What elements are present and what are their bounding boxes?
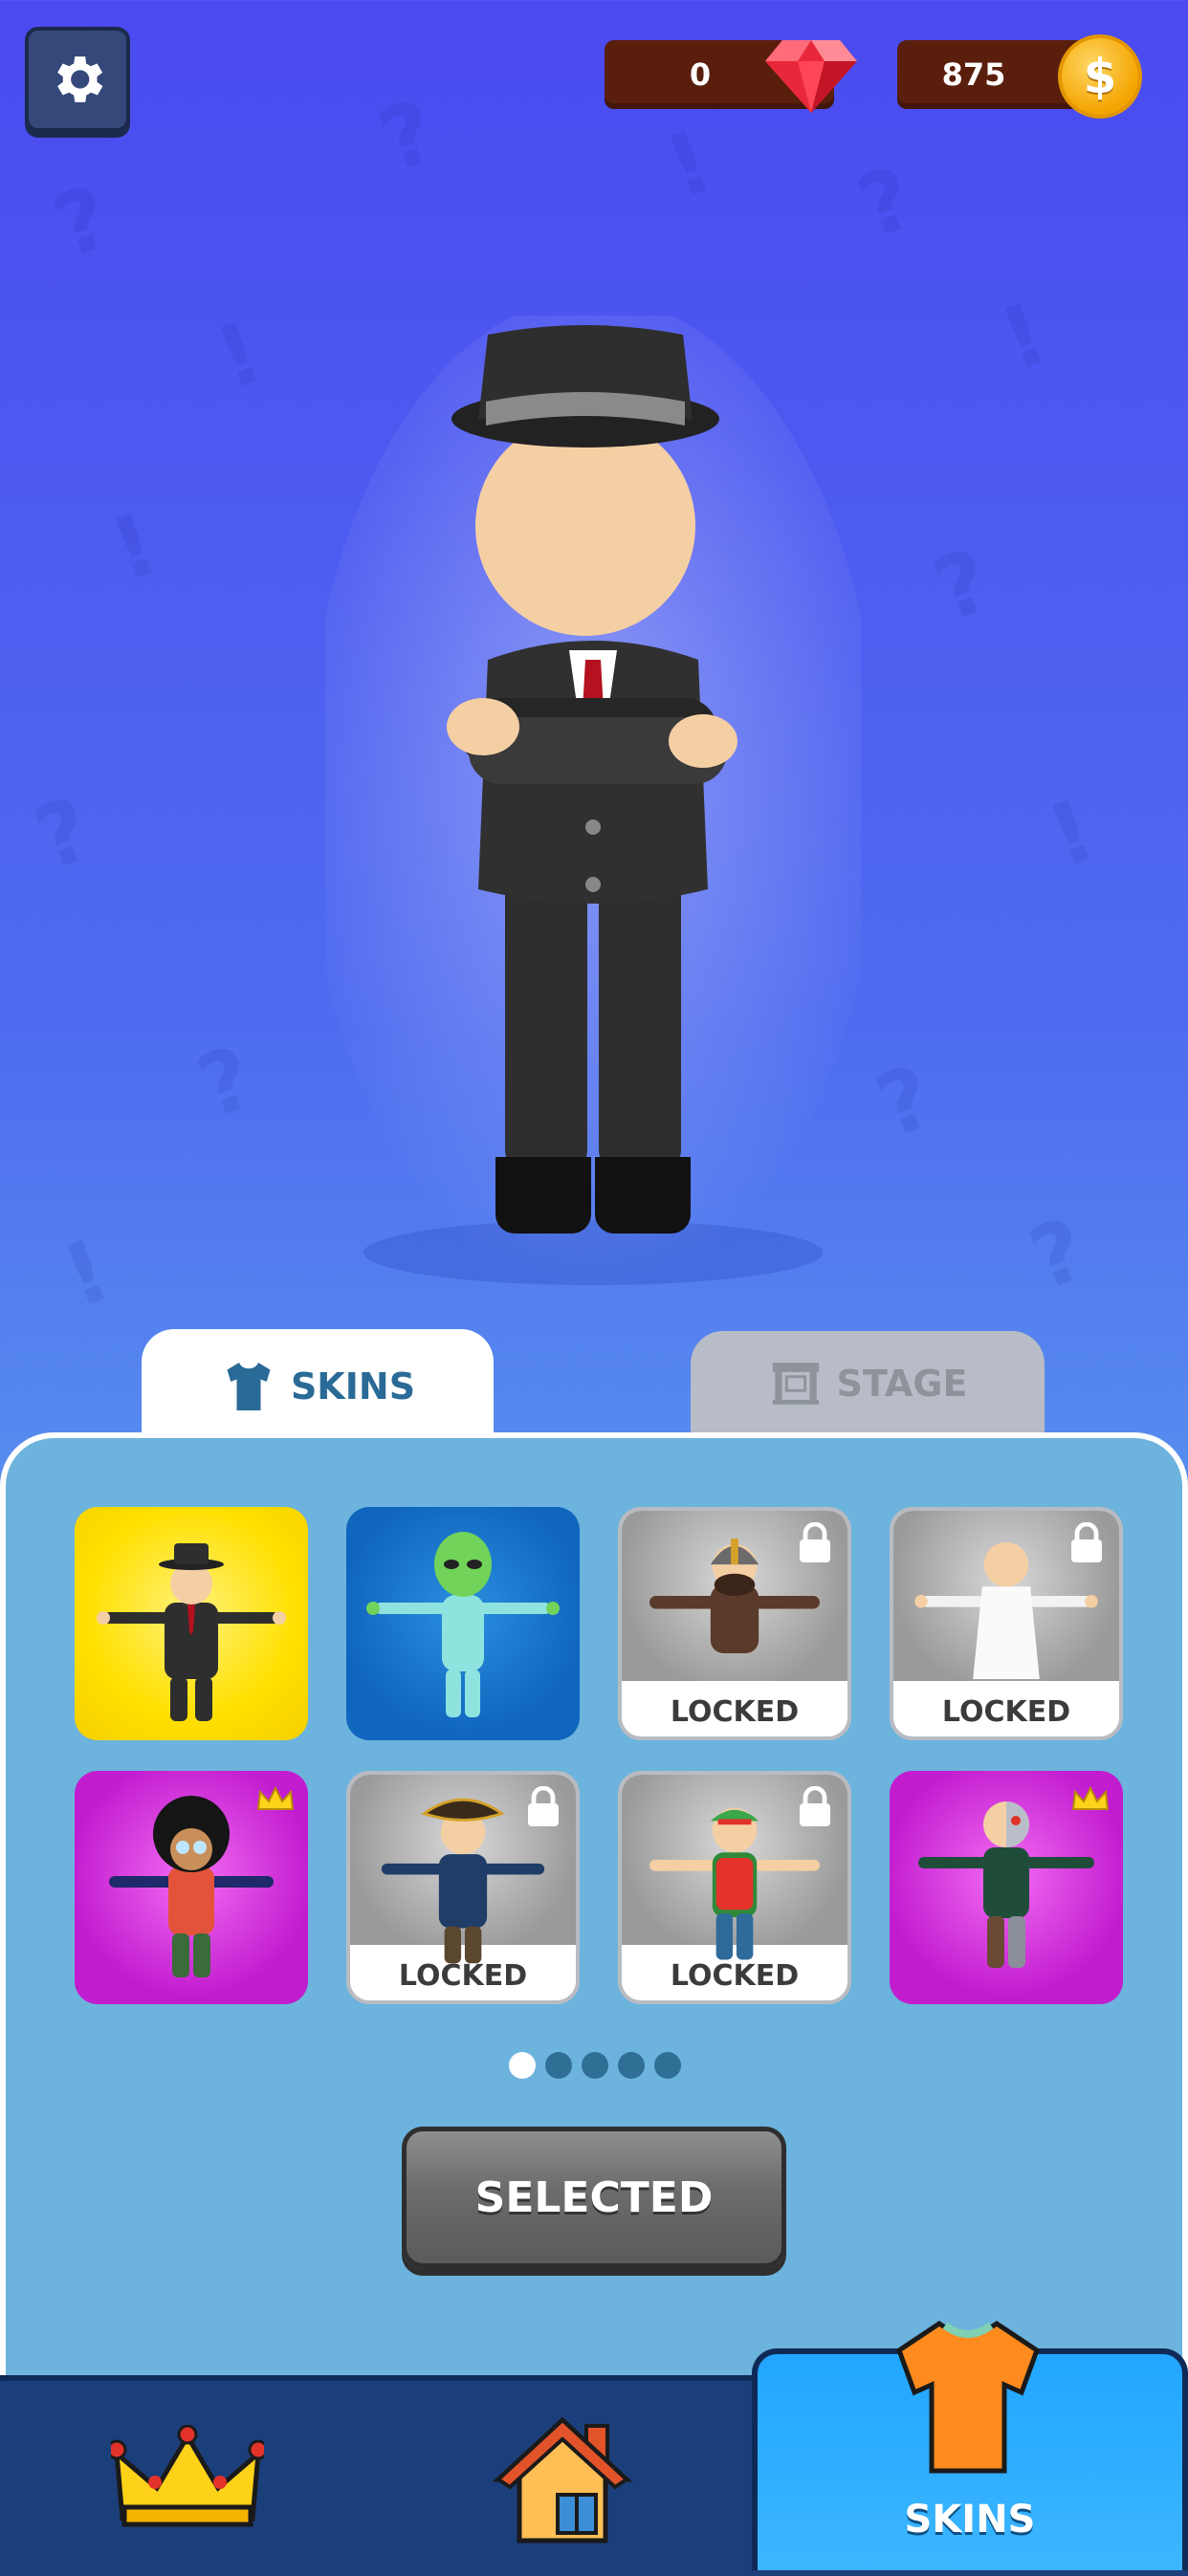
nav-leaderboard[interactable]	[0, 2381, 375, 2576]
stage-icon	[772, 1363, 819, 1405]
tab-skins-label: SKINS	[290, 1365, 416, 1408]
locked-label: LOCKED	[670, 1959, 800, 1993]
premium-crown-icon	[1071, 1786, 1110, 1810]
premium-crown-icon	[256, 1786, 295, 1810]
page-dot[interactable]	[509, 2052, 536, 2079]
page-dot[interactable]	[654, 2052, 681, 2079]
coin-icon: $	[1058, 34, 1142, 119]
mafia-character-thumb	[97, 1543, 286, 1721]
page-dot[interactable]	[618, 2052, 645, 2079]
character-preview	[325, 316, 861, 1291]
shirt-icon	[227, 1363, 271, 1410]
tab-skins[interactable]: SKINS	[142, 1329, 494, 1444]
gear-icon	[57, 56, 103, 102]
skin-card-elf[interactable]: LOCKED	[618, 1771, 851, 2004]
lock-icon	[800, 1522, 830, 1562]
alien-character-thumb	[366, 1532, 560, 1717]
lock-icon	[800, 1786, 830, 1826]
page-dot[interactable]	[545, 2052, 572, 2079]
gem-icon	[765, 40, 857, 113]
skin-card-mafia[interactable]	[75, 1507, 308, 1740]
page-dot[interactable]	[582, 2052, 608, 2079]
locked-label: LOCKED	[398, 1959, 528, 1993]
nav-skins[interactable]: SKINS	[752, 2320, 1188, 2570]
shirt-icon	[895, 2320, 1041, 2474]
lock-icon	[528, 1786, 559, 1826]
tab-stage-label: STAGE	[836, 1363, 968, 1405]
tab-stage[interactable]: STAGE	[691, 1331, 1045, 1436]
locked-label: LOCKED	[670, 1695, 800, 1729]
skin-card-robe[interactable]: LOCKED	[890, 1507, 1123, 1740]
page-indicator	[509, 2052, 681, 2079]
skin-card-pirate[interactable]: LOCKED	[346, 1771, 580, 2004]
locked-label: LOCKED	[941, 1695, 1071, 1729]
lock-icon	[1071, 1522, 1102, 1562]
skin-card-cyborg[interactable]	[890, 1771, 1123, 2004]
coins-counter: 875 $	[897, 34, 1142, 119]
skin-card-afro[interactable]	[75, 1771, 308, 2004]
skin-card-viking[interactable]: LOCKED	[618, 1507, 851, 1740]
crown-icon	[111, 2425, 264, 2527]
selected-button[interactable]: SELECTED	[402, 2127, 786, 2268]
skin-card-alien[interactable]	[346, 1507, 580, 1740]
nav-home[interactable]	[375, 2381, 750, 2576]
settings-button[interactable]	[25, 27, 130, 132]
nav-skins-label: SKINS	[904, 2498, 1036, 2542]
coins-value: 875	[941, 56, 1006, 93]
house-icon	[492, 2416, 633, 2543]
gems-counter: 0	[605, 40, 857, 113]
